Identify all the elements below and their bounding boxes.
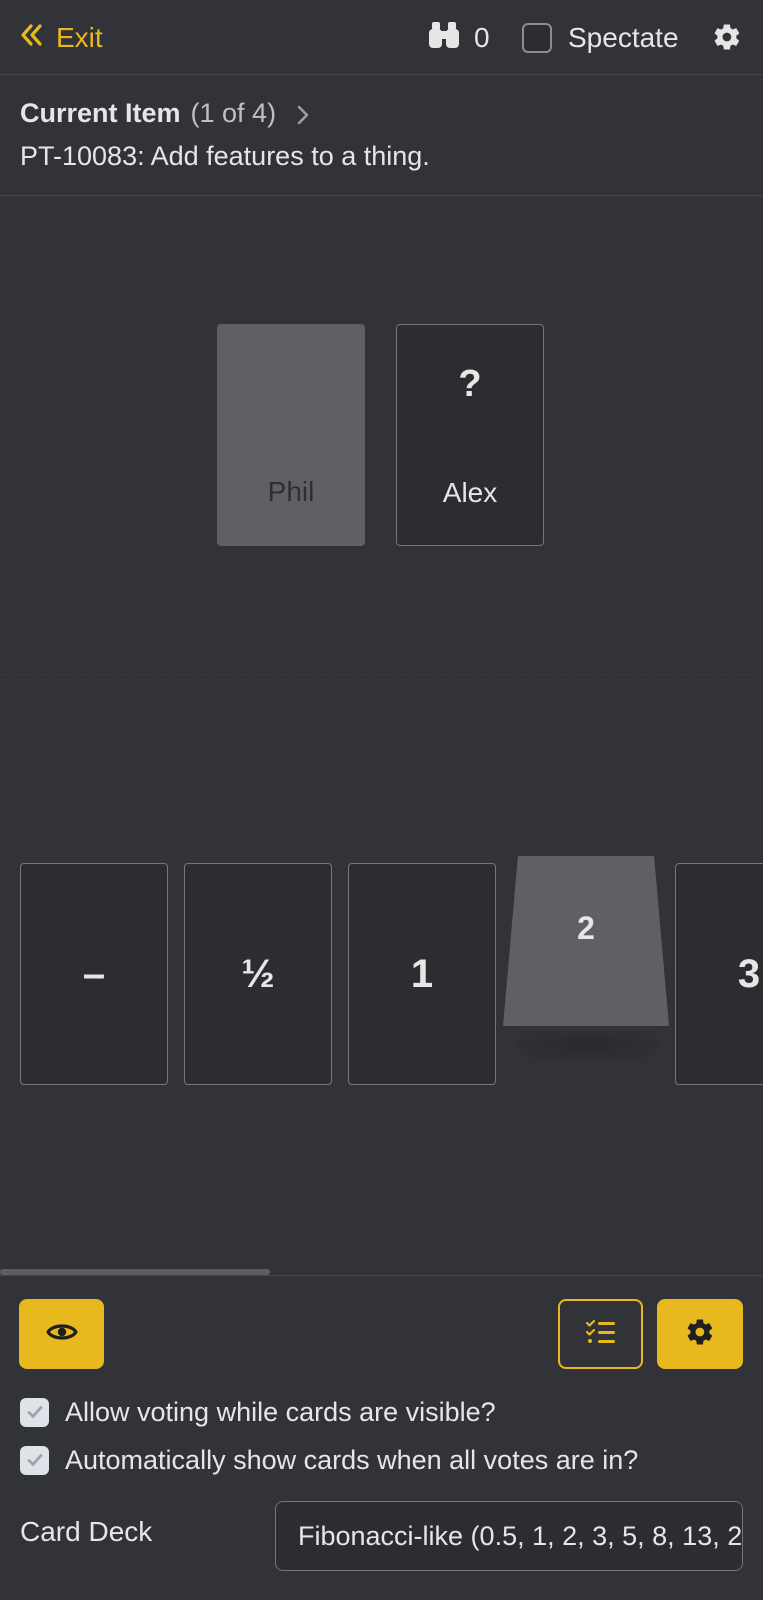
spectate-checkbox[interactable]: [522, 23, 552, 53]
played-card-value: ?: [458, 363, 482, 405]
exit-button[interactable]: Exit: [18, 18, 103, 58]
card-deck-select[interactable]: Fibonacci-like (0.5, 1, 2, 3, 5, 8, 13, …: [275, 1501, 743, 1571]
allow-voting-label: Allow voting while cards are visible?: [65, 1396, 496, 1427]
spectator-count-value: 0: [474, 22, 490, 53]
card-deck-hand: – ½ 1 2 3: [0, 675, 763, 1275]
gear-icon[interactable]: [712, 22, 742, 52]
checkmark-icon: [27, 1454, 42, 1466]
deck-card-three[interactable]: 3: [675, 863, 763, 1085]
allow-voting-option[interactable]: Allow voting while cards are visible?: [20, 1392, 496, 1432]
current-item-header: Current Item (1 of 4): [20, 95, 314, 131]
checklist-icon: [585, 1319, 617, 1350]
spectate-toggle[interactable]: Spectate: [522, 18, 679, 58]
played-cards-area: Phil ? Alex: [0, 196, 763, 675]
played-card-name: Alex: [442, 477, 498, 508]
deck-card-half[interactable]: ½: [184, 863, 332, 1085]
current-item-panel: Current Item (1 of 4) PT-10083: Add feat…: [0, 75, 763, 196]
allow-voting-checkbox[interactable]: [20, 1397, 49, 1427]
deck-card-dash[interactable]: –: [20, 863, 168, 1085]
played-card-alex: ? Alex: [396, 324, 544, 546]
deck-card-one[interactable]: 1: [348, 863, 496, 1085]
current-item-title: Current Item: [20, 97, 181, 128]
played-card-phil: Phil: [217, 324, 365, 546]
reveal-cards-button[interactable]: [19, 1299, 104, 1369]
current-item-description: PT-10083: Add features to a thing.: [20, 141, 430, 171]
double-chevron-left-icon: [18, 21, 46, 56]
selected-card-shadow: [518, 1030, 658, 1060]
auto-show-option[interactable]: Automatically show cards when all votes …: [20, 1440, 638, 1480]
current-item-count: (1 of 4): [190, 97, 277, 128]
item-list-button[interactable]: [558, 1299, 643, 1369]
auto-show-checkbox[interactable]: [20, 1445, 49, 1475]
spectator-count: 0: [428, 18, 490, 58]
spectate-label: Spectate: [568, 22, 679, 53]
eye-icon: [45, 1321, 78, 1348]
binoculars-icon: [428, 20, 460, 57]
played-card-name: Phil: [267, 476, 315, 507]
card-deck-value: Fibonacci-like (0.5, 1, 2, 3, 5, 8, 13, …: [298, 1520, 743, 1551]
auto-show-label: Automatically show cards when all votes …: [65, 1444, 639, 1475]
chevron-right-icon[interactable]: [292, 102, 314, 125]
exit-label: Exit: [56, 22, 103, 53]
deck-card-two-selected[interactable]: 2: [503, 856, 669, 1026]
room-settings-button[interactable]: [657, 1299, 743, 1369]
top-bar: Exit 0 Spectate: [0, 0, 763, 75]
gear-icon: [685, 1317, 715, 1352]
checkmark-icon: [27, 1406, 42, 1418]
card-deck-label: Card Deck: [20, 1516, 153, 1547]
